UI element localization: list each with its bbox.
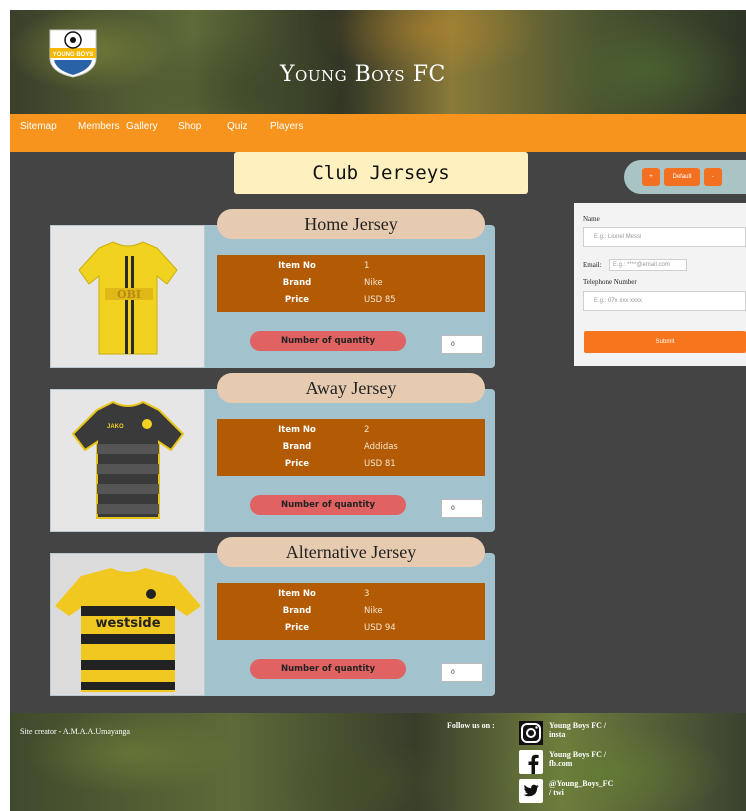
item-no-value: 3 [364, 589, 370, 599]
alternative-shirt-text: westside [95, 616, 160, 631]
name-input[interactable]: E.g.: Lionel Messi [583, 227, 746, 247]
twitter-icon [519, 779, 543, 803]
price-value: USD 94 [364, 623, 396, 633]
header-banner: YOUNG BOYS Young Boys FC [10, 10, 746, 115]
increase-button[interactable]: + [642, 168, 660, 186]
footer: Site creator - A.M.A.A.Umayanga Follow u… [10, 713, 746, 811]
quantity-input[interactable]: 0 [441, 335, 483, 354]
site-creator: Site creator - A.M.A.A.Umayanga [20, 727, 130, 736]
item-no-value: 1 [364, 261, 370, 271]
price-value: USD 85 [364, 295, 396, 305]
alternative-jersey-image: westside [50, 553, 205, 696]
quantity-button[interactable]: Number of quantity [250, 331, 406, 351]
home-jersey-title: Home Jersey [217, 209, 485, 239]
social-line2: insta [549, 730, 566, 739]
item-no-label: Item No [278, 589, 316, 599]
social-line2: fb.com [549, 759, 573, 768]
alternative-jersey-info: Item No 3 Brand Nike Price USD 94 [217, 583, 485, 640]
email-input[interactable]: E.g.: ****@email.com [609, 259, 687, 271]
social-link-instagram[interactable]: Young Boys FC / insta [519, 721, 639, 747]
brand-label: Brand [282, 606, 312, 616]
logo-text: YOUNG BOYS [53, 52, 94, 58]
phone-input[interactable]: E.g.: 07x xxx xxxx [583, 291, 746, 311]
nav-item-gallery[interactable]: Gallery [126, 121, 158, 132]
price-label: Price [284, 623, 310, 633]
away-jersey-info: Item No 2 Brand Addidas Price USD 81 [217, 419, 485, 476]
home-jersey-image: OBI [50, 225, 205, 368]
away-jersey-image: JAKO [50, 389, 205, 532]
home-jersey-info: Item No 1 Brand Nike Price USD 85 [217, 255, 485, 312]
email-label: Email: [583, 261, 602, 269]
quantity-button[interactable]: Number of quantity [250, 659, 406, 679]
follow-label: Follow us on : [447, 721, 495, 730]
facebook-icon [519, 750, 543, 774]
quantity-input[interactable]: 0 [441, 499, 483, 518]
submit-button[interactable]: Submit [584, 331, 746, 353]
brand-value: Addidas [364, 442, 398, 452]
contact-form: Name E.g.: Lionel Messi Email: E.g.: ***… [574, 203, 746, 366]
site-title: Young Boys FC [280, 62, 446, 87]
club-logo[interactable]: YOUNG BOYS [46, 28, 100, 78]
page-title: Club Jerseys [234, 152, 528, 194]
brand-value: Nike [364, 278, 383, 288]
social-line1: Young Boys FC / [549, 750, 607, 759]
alternative-jersey-title: Alternative Jersey [217, 537, 485, 567]
brand-value: Nike [364, 606, 383, 616]
price-label: Price [284, 459, 310, 469]
item-no-label: Item No [278, 425, 316, 435]
price-value: USD 81 [364, 459, 396, 469]
nav-item-shop[interactable]: Shop [178, 121, 201, 132]
social-line1: @Young_Boys_FC [549, 779, 614, 788]
social-line2: / twi [549, 788, 564, 797]
brand-label: Brand [282, 442, 312, 452]
jersey-card-home: OBI Home Jersey Item No 1 Brand Nike Pri… [50, 209, 495, 368]
social-link-facebook[interactable]: Young Boys FC / fb.com [519, 750, 639, 776]
price-label: Price [284, 295, 310, 305]
phone-label: Telephone Number [583, 278, 637, 286]
social-link-twitter[interactable]: @Young_Boys_FC / twi [519, 779, 639, 805]
nav-item-players[interactable]: Players [270, 121, 303, 132]
font-size-controls: + Default - [624, 160, 746, 194]
decrease-button[interactable]: - [704, 168, 722, 186]
away-shirt-text: JAKO [107, 424, 124, 430]
jersey-card-alternative: westside Alternative Jersey Item No 3 Br… [50, 537, 495, 696]
quantity-button[interactable]: Number of quantity [250, 495, 406, 515]
item-no-label: Item No [278, 261, 316, 271]
nav-item-quiz[interactable]: Quiz [227, 121, 248, 132]
main-nav: Sitemap Members Gallery Shop Quiz Player… [10, 114, 746, 152]
nav-item-sitemap[interactable]: Sitemap [20, 121, 57, 132]
brand-label: Brand [282, 278, 312, 288]
away-jersey-title: Away Jersey [217, 373, 485, 403]
name-label: Name [583, 215, 600, 223]
page: YOUNG BOYS Young Boys FC Sitemap Members… [10, 10, 746, 811]
item-no-value: 2 [364, 425, 370, 435]
jersey-card-away: JAKO Away Jersey Item No 2 Brand Addidas… [50, 373, 495, 532]
quantity-input[interactable]: 0 [441, 663, 483, 682]
nav-item-members[interactable]: Members [78, 121, 120, 132]
social-line1: Young Boys FC / [549, 721, 607, 730]
instagram-icon [519, 721, 543, 745]
default-button[interactable]: Default [664, 168, 700, 186]
home-shirt-text: OBI [117, 288, 141, 301]
